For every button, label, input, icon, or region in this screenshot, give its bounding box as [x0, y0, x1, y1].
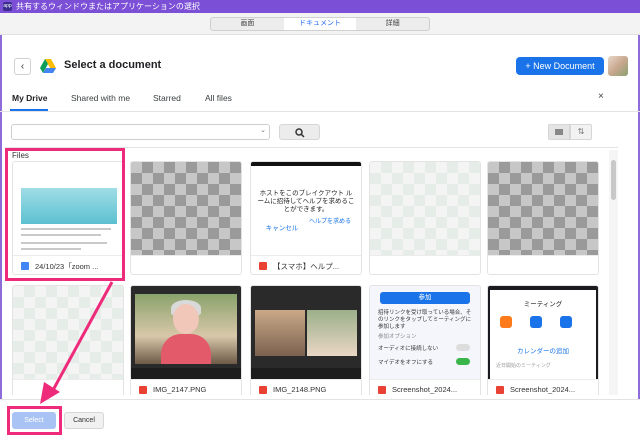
- schedule-icon: [560, 316, 572, 328]
- tab-starred[interactable]: Starred: [153, 93, 181, 103]
- file-thumbnail: 参加 招待リンクを受け取っている場合、そのリンクをタップしてミーティングに参加し…: [370, 286, 480, 379]
- file-card[interactable]: 参加 招待リンクを受け取っている場合、そのリンクをタップしてミーティングに参加し…: [369, 285, 481, 395]
- tab-all-files[interactable]: All files: [205, 93, 232, 103]
- file-card[interactable]: IMG_2148.PNG: [250, 285, 362, 395]
- thumb-meeting-title: ミーティング: [523, 301, 563, 308]
- back-button[interactable]: ‹: [14, 58, 31, 75]
- source-tabstrip: 画面 ドキュメント 詳細: [0, 13, 640, 35]
- thumb-mic-text: マイデオをオフにする: [378, 360, 434, 366]
- file-thumbnail: [370, 162, 480, 255]
- file-thumbnail: ミーティング カレンダーの追加 近日開始のミーティング: [488, 286, 598, 379]
- new-meeting-icon: [500, 316, 512, 328]
- window-titlebar: app 共有するウィンドウまたはアプリケーションの選択: [0, 0, 640, 13]
- file-thumbnail: ホストをこのブレイクアウト ルームに招待してヘルプを求めることができます。 キャ…: [251, 162, 361, 255]
- image-file-icon: [378, 386, 386, 394]
- cancel-button[interactable]: Cancel: [64, 412, 104, 429]
- file-card[interactable]: [130, 161, 242, 275]
- sort-button[interactable]: ⇅: [570, 124, 592, 140]
- file-name: IMG_2148.PNG: [273, 385, 327, 394]
- file-thumbnail: [13, 286, 123, 379]
- image-file-icon: [259, 262, 267, 270]
- new-document-button[interactable]: + New Document: [516, 57, 604, 75]
- google-drive-logo: [40, 59, 56, 73]
- avatar[interactable]: [608, 56, 628, 76]
- grid-view-icon: [555, 129, 563, 135]
- thumb-options-text: 参加オプション: [378, 334, 417, 340]
- search-row: ⌄ ⇅: [0, 120, 640, 142]
- thumb-help-text: ホストをこのブレイクアウト ルームに招待してヘルプを求めることができます。: [257, 190, 355, 213]
- file-name: Screenshot_2024...: [510, 385, 576, 394]
- file-thumbnail: [488, 162, 598, 255]
- file-card[interactable]: [12, 285, 124, 395]
- page-title: Select a document: [64, 59, 162, 71]
- window-title: 共有するウィンドウまたはアプリケーションの選択: [16, 2, 200, 11]
- join-icon: [530, 316, 542, 328]
- search-input[interactable]: ⌄: [11, 124, 270, 140]
- tab-advanced[interactable]: 詳細: [356, 18, 429, 30]
- file-name: IMG_2147.PNG: [153, 385, 207, 394]
- search-button[interactable]: [279, 124, 320, 140]
- close-icon[interactable]: ×: [598, 91, 604, 102]
- image-file-icon: [139, 386, 147, 394]
- grid-view-button[interactable]: [548, 124, 570, 140]
- file-name: Screenshot_2024...: [392, 385, 458, 394]
- thumb-upcoming-text: 近日開始のミーティング: [496, 363, 551, 369]
- image-file-icon: [259, 386, 267, 394]
- image-file-icon: [496, 386, 504, 394]
- tab-shared-with-me[interactable]: Shared with me: [71, 93, 130, 103]
- tab-my-drive[interactable]: My Drive: [12, 93, 47, 103]
- picker-footer: Select Cancel: [0, 399, 640, 439]
- drive-tabs: My Drive Shared with me Starred All file…: [0, 86, 640, 112]
- thumb-calendar-link: カレンダーの追加: [517, 348, 569, 355]
- tab-screen[interactable]: 画面: [211, 18, 284, 30]
- file-grid-scrollbar[interactable]: [609, 150, 618, 395]
- file-thumbnail: [131, 286, 241, 379]
- highlight-box-select: [7, 406, 62, 435]
- tab-document[interactable]: ドキュメント: [283, 18, 357, 30]
- highlight-box-file: [5, 148, 125, 281]
- toggle-icon: [456, 344, 470, 351]
- thumb-help-text-btn: ヘルプを求める: [308, 219, 351, 225]
- file-thumbnail: [131, 162, 241, 255]
- file-card[interactable]: IMG_2147.PNG: [130, 285, 242, 395]
- file-thumbnail: [251, 286, 361, 379]
- file-card[interactable]: ホストをこのブレイクアウト ルームに招待してヘルプを求めることができます。 キャ…: [250, 161, 362, 275]
- app-icon: app: [3, 2, 12, 11]
- picker-header: ‹ Select a document + New Document: [0, 35, 640, 85]
- sort-icon: ⇅: [577, 127, 585, 136]
- thumb-join-text: 参加: [380, 292, 470, 304]
- thumb-audio-text: オーディオに接続しない: [378, 346, 439, 352]
- file-card[interactable]: [487, 161, 599, 275]
- toggle-on-icon: [456, 358, 470, 365]
- file-name: 【スマホ】ヘルプ...: [273, 262, 340, 271]
- search-icon: [294, 128, 305, 138]
- thumb-cancel-text: キャンセル: [265, 225, 299, 232]
- active-tab-underline: [10, 109, 48, 111]
- chevron-down-icon[interactable]: ⌄: [260, 126, 266, 134]
- thumb-desc-text: 招待リンクを受け取っている場合、そのリンクをタップしてミーティングに参加します: [378, 310, 472, 330]
- file-card[interactable]: ミーティング カレンダーの追加 近日開始のミーティング Screenshot_2…: [487, 285, 599, 395]
- scrollbar-thumb[interactable]: [611, 160, 616, 200]
- source-tabs: 画面 ドキュメント 詳細: [210, 17, 430, 31]
- chevron-left-icon: ‹: [20, 61, 25, 72]
- file-card[interactable]: [369, 161, 481, 275]
